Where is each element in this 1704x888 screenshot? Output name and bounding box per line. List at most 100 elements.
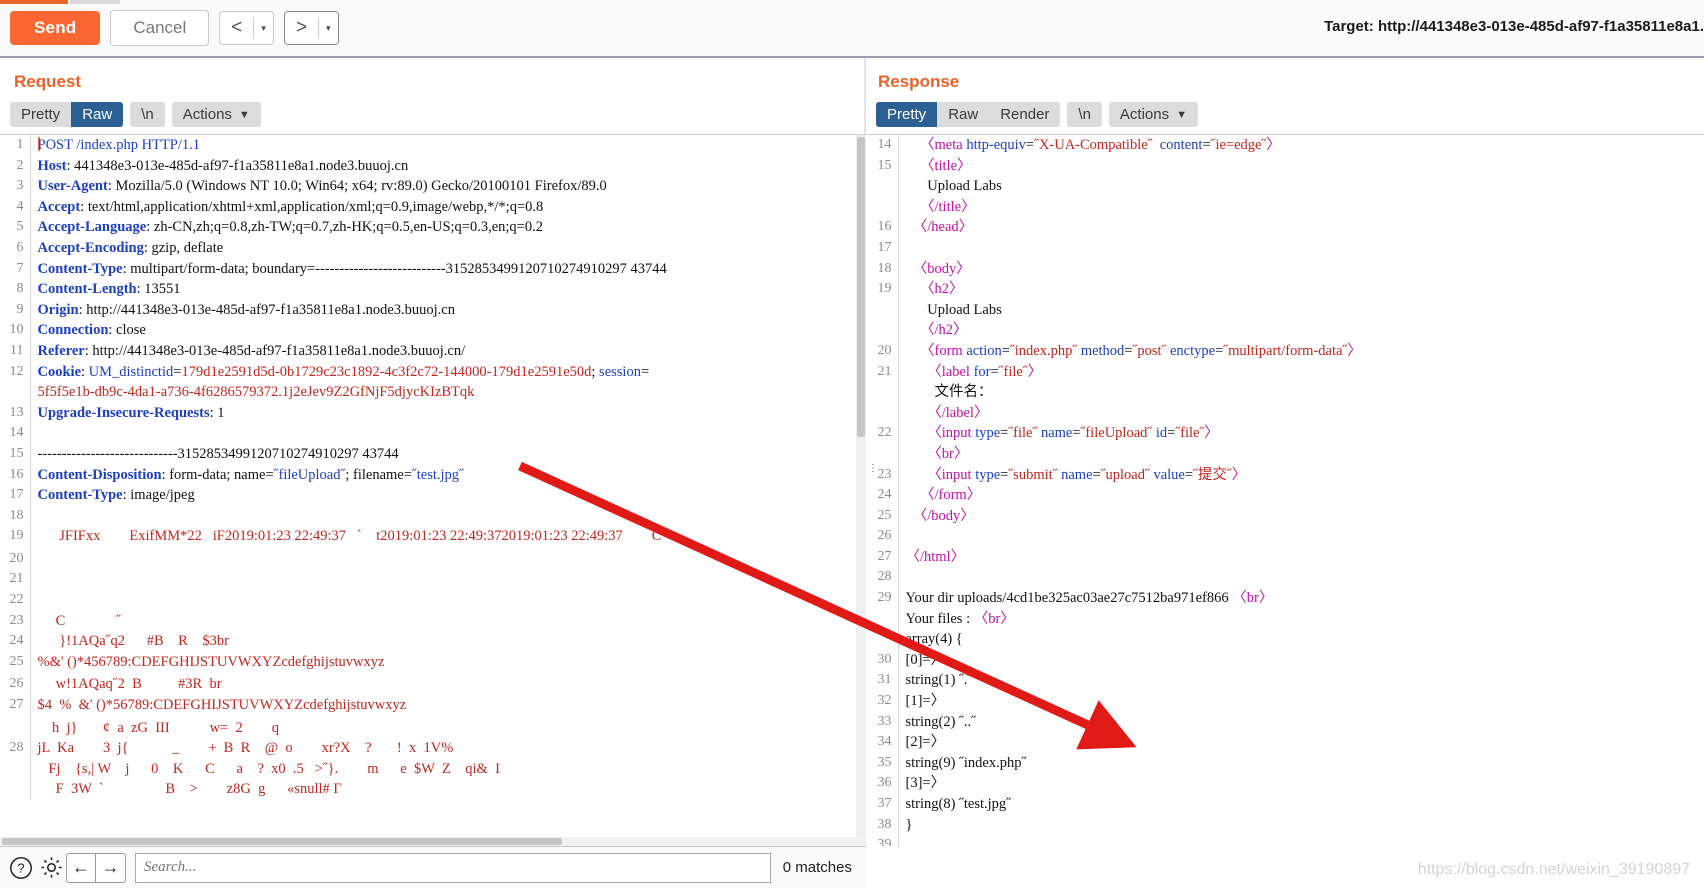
code-token: C ˝ — [37, 612, 121, 629]
code-line-text[interactable]: 〈meta http-equiv=˝X-UA-Compatible˝ conte… — [898, 135, 1704, 156]
help-icon[interactable]: ? — [6, 853, 36, 883]
back-button[interactable]: < ▾ — [219, 11, 274, 45]
code-line-text[interactable] — [30, 549, 866, 570]
code-line-text[interactable]: jL Ka 3 j{ _ + B R @ o xr?X ? ! x 1V% — [30, 738, 866, 759]
request-tab-raw[interactable]: Raw — [71, 102, 124, 127]
request-actions-menu[interactable]: Actions ▼ — [171, 102, 261, 127]
code-line-text[interactable] — [30, 506, 866, 527]
code-line-text[interactable]: Accept-Encoding: gzip, deflate — [30, 238, 866, 259]
code-line-text[interactable]: 〈/html〉 — [898, 547, 1704, 568]
code-line-text[interactable]: 5f5f5e1b-db9c-4da1-a736-4f6286579372.1j2… — [30, 382, 866, 403]
code-line-text[interactable]: 〈input type=˝submit˝ name=˝upload˝ value… — [898, 465, 1704, 486]
request-search-input[interactable] — [135, 852, 771, 883]
code-line-text[interactable]: [3]=〉 — [898, 773, 1704, 794]
code-line-text[interactable]: [0]=〉 — [898, 650, 1704, 671]
code-line-text[interactable]: Fj {s,| W j 0 K C a ? x0 .5 >˝}. m e $W … — [30, 759, 866, 780]
code-line-text[interactable]: Upload Labs — [898, 300, 1704, 321]
code-line-text[interactable]: User-Agent: Mozilla/5.0 (Windows NT 10.0… — [30, 176, 866, 197]
response-code-area[interactable]: 14 〈meta http-equiv=˝X-UA-Compatible˝ co… — [866, 134, 1704, 846]
code-line-text[interactable]: 〈label for=˝file˝〉 — [898, 362, 1704, 383]
code-line-text[interactable] — [898, 526, 1704, 547]
code-line-text[interactable]: %&' ()*456789:CDEFGHIJSTUVWXYZcdefghijst… — [30, 652, 866, 673]
cancel-button[interactable]: Cancel — [110, 10, 210, 46]
request-vertical-scrollbar[interactable] — [856, 135, 866, 846]
code-token: enctype — [1169, 342, 1216, 359]
code-line-text[interactable]: 〈/form〉 — [898, 485, 1704, 506]
code-line-text[interactable]: 〈/head〉 — [898, 217, 1704, 238]
code-line-text[interactable]: 〈/h2〉 — [898, 320, 1704, 341]
code-line-text[interactable]: string(9) ˝index.php˝ — [898, 753, 1704, 774]
code-line: 26 w!1AQaq˝2 B #3R br — [0, 674, 866, 696]
response-tab-pretty[interactable]: Pretty — [876, 102, 938, 127]
code-line-text[interactable]: 文件名： — [898, 382, 1704, 403]
request-tab-newline[interactable]: \n — [130, 102, 165, 127]
code-line-text[interactable]: $4 % &' ()*56789:CDEFGHIJSTUVWXYZcdefghi… — [30, 695, 866, 716]
code-line-text[interactable]: Accept-Language: zh-CN,zh;q=0.8,zh-TW;q=… — [30, 217, 866, 238]
code-line-text[interactable]: }!1AQa˝q2 #B R $3br — [30, 631, 866, 652]
line-number: 14 — [0, 423, 31, 444]
code-line-text[interactable]: Content-Type: image/jpeg — [30, 485, 866, 506]
code-line-text[interactable]: Content-Type: multipart/form-data; bound… — [30, 259, 866, 280]
code-line-text[interactable]: Accept: text/html,application/xhtml+xml,… — [30, 197, 866, 218]
code-line-text[interactable]: 〈title〉 — [898, 156, 1704, 177]
code-line-text[interactable]: 〈/title〉 — [898, 197, 1704, 218]
code-line-text[interactable]: [2]=〉 — [898, 732, 1704, 753]
search-prev-button[interactable]: ← — [66, 852, 96, 883]
response-tab-newline[interactable]: \n — [1067, 102, 1102, 127]
code-line-text[interactable]: h j} ¢ a zG III w= 2 q — [30, 718, 866, 739]
code-line-text[interactable] — [30, 590, 866, 611]
code-line-text[interactable]: Cookie: UM_distinctid = 179d1e2591d5d-0b17… — [30, 362, 866, 383]
code-line-text[interactable]: Origin: http://441348e3-013e-485d-af97-f… — [30, 300, 866, 321]
request-scroll-thumb[interactable] — [857, 137, 865, 437]
response-tab-raw[interactable]: Raw — [937, 102, 990, 127]
code-line-text[interactable]: array(4) { — [898, 629, 1704, 650]
request-tab-pretty[interactable]: Pretty — [10, 102, 72, 127]
code-line-text[interactable]: Content-Disposition: form-data; name=˝fi… — [30, 465, 866, 486]
request-code-area[interactable]: 1 POST /index.php HTTP/1.1 2 Host: 441348e3… — [0, 134, 866, 846]
back-chevron-down-icon[interactable]: ▾ — [254, 12, 273, 44]
forward-chevron-down-icon[interactable]: ▾ — [319, 12, 338, 44]
code-line-text[interactable]: Upgrade-Insecure-Requests: 1 — [30, 403, 866, 424]
code-line-text[interactable] — [30, 423, 866, 444]
code-line-text[interactable] — [898, 835, 1704, 846]
code-line-text[interactable]: JFIFxx ExifMM*22 iF2019:01:23 22:49:37 `… — [30, 526, 866, 547]
code-line-text[interactable]: F 3W ` B > z8G g «snull# Г — [30, 779, 866, 800]
response-actions-menu[interactable]: Actions ▼ — [1108, 102, 1199, 127]
code-line-text[interactable]: C ˝ — [30, 611, 866, 632]
code-line-text[interactable] — [898, 567, 1704, 588]
code-line-text[interactable]: 〈body〉 — [898, 259, 1704, 280]
send-button[interactable]: Send — [10, 11, 101, 45]
forward-button[interactable]: > ▾ — [283, 11, 339, 45]
code-line-text[interactable]: 〈/label〉 — [898, 403, 1704, 424]
code-line-text[interactable]: -----------------------------31528534991… — [30, 444, 866, 465]
code-line-text[interactable]: Host: 441348e3-013e-485d-af97-f1a35811e8… — [30, 156, 866, 177]
code-line-text[interactable]: string(8) ˝test.jpg˝ — [898, 794, 1704, 815]
code-line-text[interactable]: 〈form action=˝index.php˝ method=˝post˝ e… — [898, 341, 1704, 362]
request-code-scroll[interactable]: 1 POST /index.php HTTP/1.1 2 Host: 441348e3… — [0, 135, 866, 846]
code-line-text[interactable]: Upload Labs — [898, 176, 1704, 197]
code-line-text[interactable]: 〈br〉 — [898, 444, 1704, 465]
code-line-text[interactable]: string(2) ˝..˝ — [898, 712, 1704, 733]
code-line-text[interactable]: w!1AQaq˝2 B #3R br — [30, 674, 866, 695]
code-line-text[interactable]: 〈h2〉 — [898, 279, 1704, 300]
search-next-button[interactable]: → — [96, 852, 126, 883]
gear-icon[interactable] — [36, 853, 66, 883]
code-line-text[interactable] — [898, 238, 1704, 259]
code-line-text[interactable]: Connection: close — [30, 320, 866, 341]
code-line-text[interactable]: } — [898, 815, 1704, 836]
code-line-text[interactable]: Referer: http://441348e3-013e-485d-af97-… — [30, 341, 866, 362]
code-line-text[interactable]: Content-Length: 13551 — [30, 279, 866, 300]
response-tab-render[interactable]: Render — [989, 102, 1061, 127]
code-line-text[interactable]: string(1) ˝.˝ — [898, 670, 1704, 691]
code-line-text[interactable]: 〈/body〉 — [898, 506, 1704, 527]
code-line-text[interactable]: 〈input type=˝file˝ name=˝fileUpload˝ id=… — [898, 423, 1704, 444]
code-line-text[interactable]: [1]=〉 — [898, 691, 1704, 712]
code-line-text[interactable] — [30, 569, 866, 590]
code-line-text[interactable]: POST /index.php HTTP/1.1 — [30, 135, 866, 156]
code-line-text[interactable]: Your files : 〈br〉 — [898, 609, 1704, 630]
request-horizontal-scrollbar[interactable] — [0, 837, 866, 846]
code-line-text[interactable]: Your dir uploads/4cd1be325ac03ae27c7512b… — [898, 588, 1704, 609]
response-code-scroll[interactable]: 14 〈meta http-equiv=˝X-UA-Compatible˝ co… — [866, 135, 1704, 846]
request-hscroll-thumb[interactable] — [2, 838, 562, 845]
